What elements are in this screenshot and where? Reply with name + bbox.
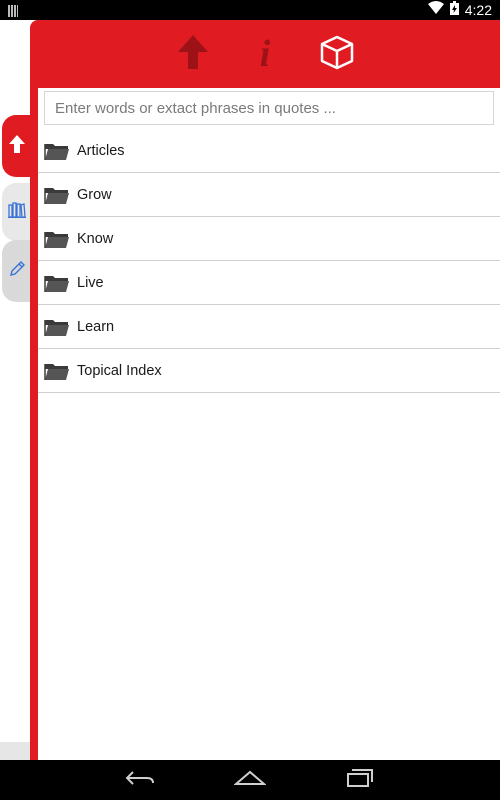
back-icon [125,769,155,792]
folder-icon [44,141,70,161]
list-item-learn[interactable]: Learn [38,305,500,349]
list-item-label: Learn [77,318,115,335]
navigation-bar [0,760,500,800]
recents-icon [345,768,375,793]
info-icon: i [259,33,271,75]
up-arrow-icon [8,134,26,159]
search-box [44,91,494,125]
cube-button[interactable] [315,32,359,76]
cube-icon [319,34,355,75]
home-icon [233,769,267,792]
folder-list: Articles Grow Know Live Learn Topical In… [38,129,500,393]
list-item-topical-index[interactable]: Topical Index [38,349,500,393]
up-arrow-button[interactable] [171,32,215,76]
pencil-tab[interactable] [2,240,32,302]
up-arrow-tab[interactable] [2,115,32,177]
home-button[interactable] [233,768,267,792]
list-item-label: Know [77,230,114,247]
books-icon [7,201,26,223]
up-arrow-icon [177,34,209,75]
books-tab[interactable] [2,183,32,241]
folder-icon [44,317,70,337]
list-item-grow[interactable]: Grow [38,173,500,217]
search-input[interactable] [45,92,493,124]
rail-bottom [0,742,30,760]
folder-icon [44,361,70,381]
content-panel: Articles Grow Know Live Learn [38,88,500,760]
pencil-icon [8,260,26,283]
list-item-label: Topical Index [77,362,162,379]
info-button[interactable]: i [243,32,287,76]
list-item-label: Live [77,274,104,291]
list-item-live[interactable]: Live [38,261,500,305]
list-item-label: Grow [77,186,112,203]
folder-icon [44,229,70,249]
status-time: 4:22 [464,2,492,18]
battery-icon [449,0,459,20]
folder-icon [44,273,70,293]
list-item-label: Articles [77,142,125,159]
list-item-articles[interactable]: Articles [38,129,500,173]
back-button[interactable] [124,768,156,792]
sim-icon [8,4,18,17]
recents-button[interactable] [344,768,376,792]
list-item-know[interactable]: Know [38,217,500,261]
toolbar: i [30,20,500,88]
wifi-icon [427,1,444,19]
folder-icon [44,185,70,205]
side-tab-rail [0,20,32,760]
status-bar: 4:22 [0,0,500,20]
